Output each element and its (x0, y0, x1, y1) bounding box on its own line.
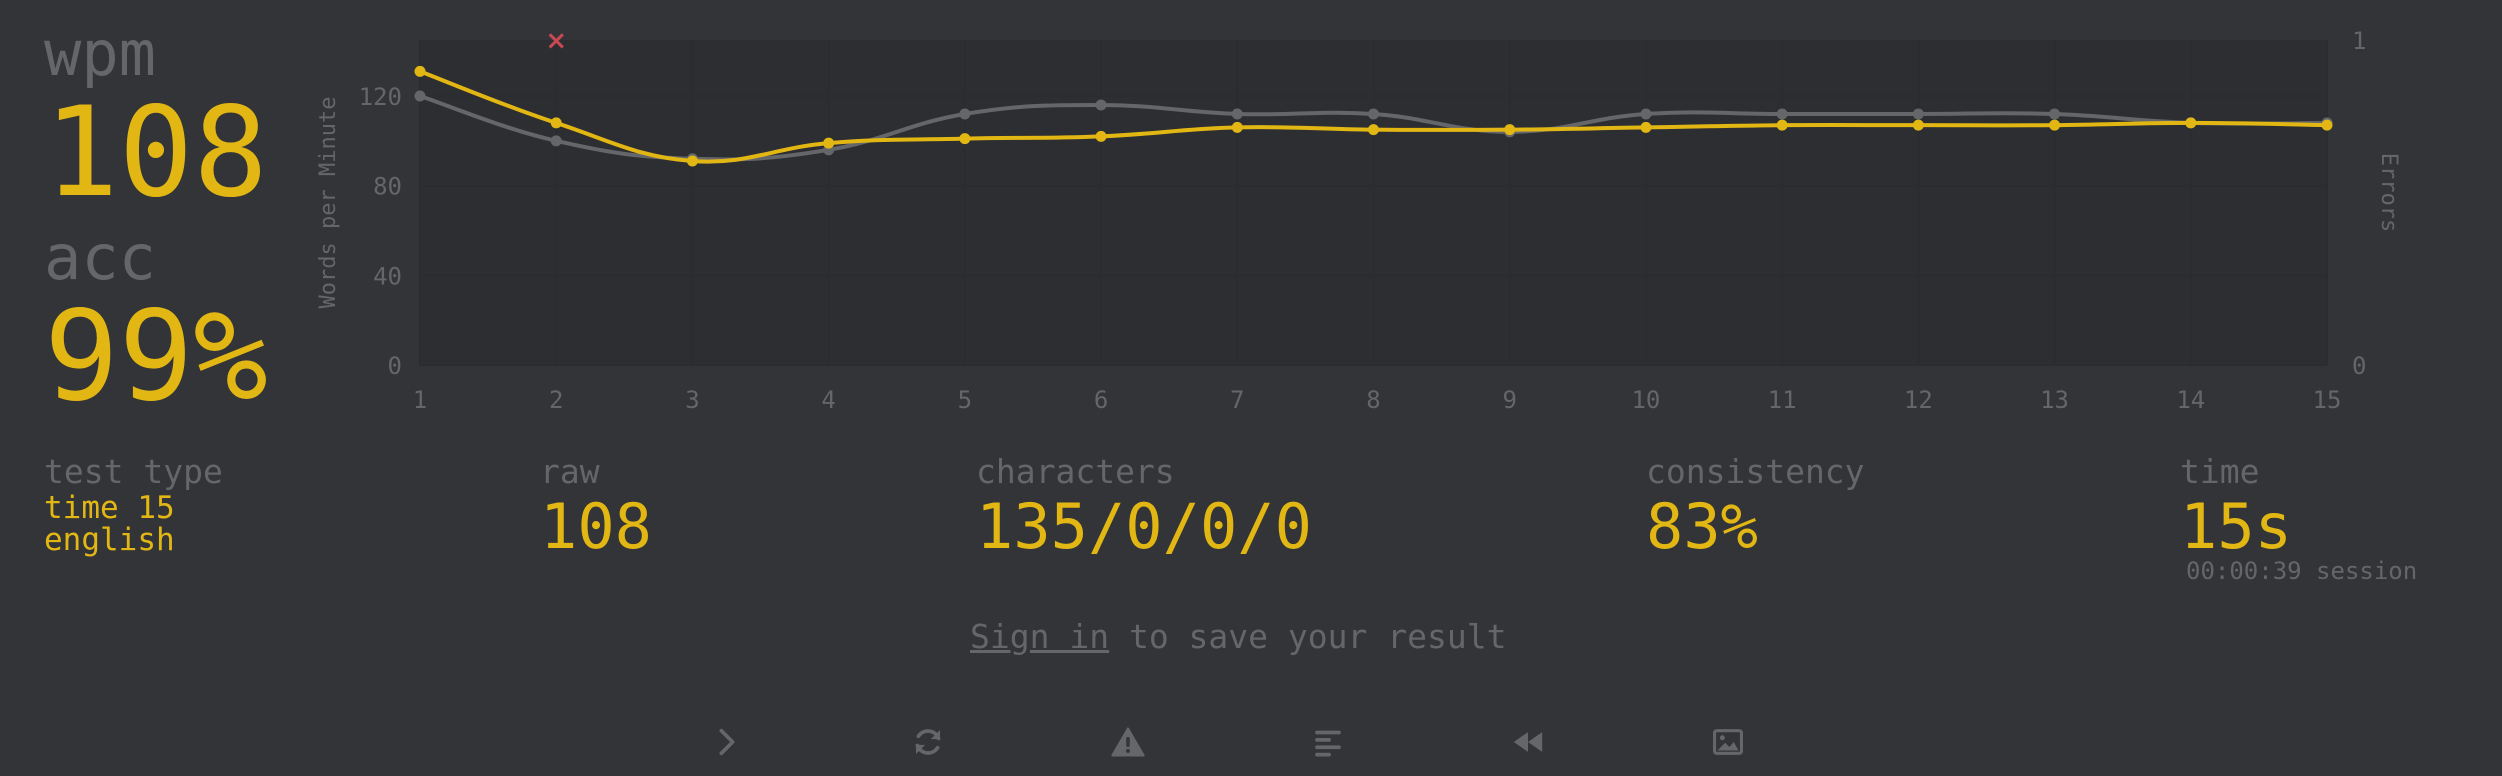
y2-tick-label: 0 (2352, 352, 2366, 380)
wpm-value: 108 (44, 81, 268, 225)
wpm-series-point (1912, 119, 1924, 131)
error-marker: × (545, 26, 567, 56)
wpm-series-point (1776, 119, 1788, 131)
session-time: 00:00:39 session (2186, 557, 2418, 585)
wpm-series-point (414, 65, 426, 77)
test-type-label: test type (44, 452, 223, 491)
y-axis-label: Words per Minute (316, 97, 341, 309)
sign-in-prompt: Sign in to save your result (970, 616, 1506, 658)
wpm-series-point (959, 133, 971, 145)
characters-label: characters (976, 452, 1175, 491)
result-screen: wpm 108 acc 99% 0 40 80 120 0 1 1 2 3 4 5 6 7 8 9 10 11 1… (0, 0, 2502, 776)
raw-series-point (1095, 99, 1107, 111)
screenshot-button[interactable] (1698, 716, 1758, 768)
consistency-label: consistency (1646, 452, 1865, 491)
wpm-chart: 04080120011 2 3 4 5 6 7 8 9 10 11 12 13 14 15Words per… (316, 26, 2401, 414)
raw-series-point (1776, 108, 1788, 120)
wpm-series-point (2049, 119, 2061, 131)
x-tick-label: 7 (1230, 386, 1244, 414)
wpm-series-point (550, 117, 562, 129)
x-tick-label: 13 (2040, 386, 2069, 414)
acc-value: 99% (44, 285, 268, 429)
wpm-series-point (823, 137, 835, 149)
acc-label: acc (44, 221, 156, 294)
align-left-icon (1315, 730, 1341, 757)
x-tick-label: 2 (549, 386, 563, 414)
y-tick-label: 40 (373, 262, 402, 290)
x-tick-label: 3 (685, 386, 699, 414)
characters-value: 135/0/0/0 (976, 490, 1312, 563)
x-tick-label: 8 (1366, 386, 1380, 414)
wpm-series-point (1368, 124, 1379, 136)
x-tick-label: 1 (413, 386, 427, 414)
wpm-series-point (2185, 117, 2197, 129)
raw-series-point (1912, 108, 1924, 120)
y-tick-label: 80 (373, 173, 402, 201)
wpm-series-point (686, 155, 698, 167)
image-icon (1712, 729, 1744, 755)
wpm-series-point (1095, 130, 1107, 142)
warning-icon (1111, 727, 1145, 757)
report-button[interactable] (1098, 716, 1158, 768)
refresh-icon (915, 729, 941, 755)
y-tick-label: 0 (388, 352, 402, 380)
raw-series-point (959, 108, 971, 120)
raw-series-point (1368, 108, 1379, 120)
x-tick-label: 15 (2313, 386, 2342, 414)
x-tick-label: 4 (821, 386, 835, 414)
time-value: 15s (2180, 490, 2292, 563)
raw-value: 108 (540, 490, 652, 563)
next-test-button[interactable] (697, 716, 757, 768)
x-tick-label: 10 (1631, 386, 1660, 414)
time-label: time (2180, 452, 2260, 491)
wpm-series-point (2321, 119, 2333, 131)
wpm-label: wpm (44, 17, 156, 90)
test-type-language: english (44, 522, 175, 558)
x-tick-label: 5 (958, 386, 972, 414)
sign-in-link[interactable]: Sign in (970, 617, 1109, 656)
raw-series-point (2049, 108, 2061, 120)
wpm-series-point (1504, 124, 1516, 136)
replay-button[interactable] (1498, 716, 1558, 768)
test-type-mode: time 15 (44, 490, 175, 526)
y2-tick-label: 1 (2352, 27, 2366, 55)
raw-series-point (550, 135, 562, 147)
restart-test-button[interactable] (898, 716, 958, 768)
sign-in-message: to save your result (1109, 617, 1507, 656)
x-tick-label: 11 (1768, 386, 1797, 414)
chevron-right-icon (719, 728, 735, 756)
x-tick-label: 9 (1502, 386, 1516, 414)
x-tick-label: 6 (1094, 386, 1108, 414)
x-tick-label: 14 (2176, 386, 2205, 414)
raw-label: raw (540, 452, 600, 491)
wpm-series-point (1231, 121, 1243, 133)
word-history-button[interactable] (1298, 716, 1358, 768)
raw-series-point (414, 90, 426, 102)
backward-icon (1513, 732, 1543, 752)
raw-series-point (1640, 108, 1652, 120)
raw-series-point (1231, 108, 1243, 120)
y2-axis-label: Errors (2376, 153, 2401, 232)
consistency-value: 83% (1646, 490, 1758, 563)
y-tick-label: 120 (359, 83, 402, 111)
x-tick-label: 12 (1904, 386, 1933, 414)
wpm-series-point (1640, 121, 1652, 133)
